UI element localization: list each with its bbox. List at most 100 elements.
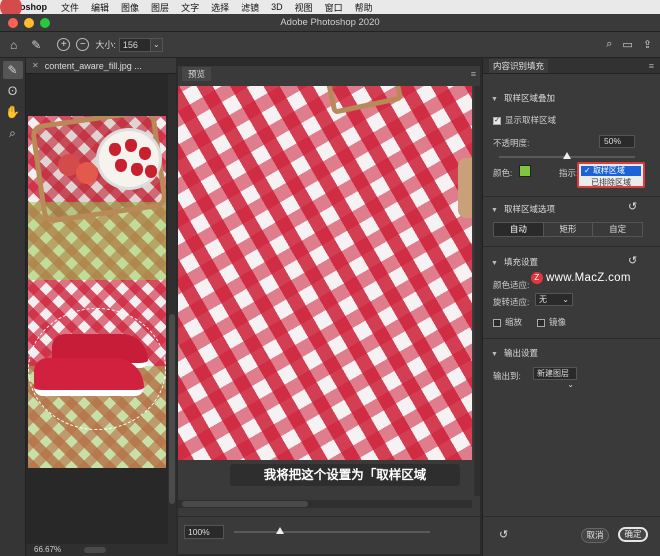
content-aware-fill-panel: 内容识别填充 ≡ ▼ 取样区域叠加 ✓ 显示取样区域 不透明度: 50% 颜色: 指…: [482, 58, 660, 556]
indicate-label: 指示:: [559, 168, 579, 178]
section-fill-settings[interactable]: ▼ 填充设置: [491, 256, 538, 268]
chevron-down-icon: ▼: [491, 351, 498, 358]
scale-checkbox[interactable]: 缩放: [493, 316, 522, 328]
slider-knob[interactable]: [563, 152, 571, 159]
mirror-checkbox[interactable]: 镜像: [537, 316, 566, 328]
document-canvas[interactable]: [28, 116, 166, 468]
options-bar: ⌂ ✎ + − 大小: 156 ⌄ ⌕ ▭ ⇪: [0, 32, 660, 58]
menu-type[interactable]: 文字: [181, 1, 199, 14]
tutorial-caption: 我将把这个设置为「取样区域: [230, 464, 460, 486]
hand-icon[interactable]: ✋: [3, 103, 23, 121]
strawberry-bowl-image: [96, 128, 162, 190]
cancel-button[interactable]: 取消: [581, 528, 609, 543]
basket-edge-image: [458, 158, 472, 218]
subtract-from-selection-icon[interactable]: −: [76, 38, 90, 51]
chevron-down-icon: ▼: [491, 207, 498, 214]
color-label: 颜色:: [493, 168, 513, 178]
window-title: Adobe Photoshop 2020: [280, 17, 380, 28]
close-tab-icon[interactable]: ✕: [32, 61, 39, 70]
preview-horizontal-scrollbar[interactable]: [178, 500, 472, 508]
document-panel: ✕ content_aware_fill.jpg ... 66.67%: [26, 58, 176, 556]
checkbox-checked-icon[interactable]: ✓: [493, 116, 501, 125]
reset-all-icon[interactable]: ↺: [499, 528, 508, 541]
output-select[interactable]: 新建图层 ⌄: [533, 367, 577, 389]
brush-tool-icon[interactable]: ✎: [31, 38, 41, 52]
show-sample-checkbox[interactable]: ✓ 显示取样区域: [493, 114, 556, 126]
rotate-adapt-select[interactable]: 无 ⌄: [535, 293, 573, 306]
opacity-slider[interactable]: [499, 152, 635, 159]
sample-mode-auto[interactable]: 自动: [494, 223, 544, 236]
menu-help[interactable]: 帮助: [355, 1, 373, 14]
menu-window[interactable]: 窗口: [325, 1, 343, 14]
size-label: 大小:: [95, 40, 116, 50]
preview-vertical-scrollbar[interactable]: [474, 86, 480, 496]
workspace-icon[interactable]: ▭: [622, 38, 632, 51]
menu-3d[interactable]: 3D: [271, 2, 283, 12]
section-output[interactable]: ▼ 输出设置: [491, 347, 538, 359]
home-icon[interactable]: ⌂: [10, 38, 17, 52]
panel-menu-icon[interactable]: ≡: [649, 61, 654, 71]
color-adapt-label: 颜色适应:: [493, 280, 530, 290]
search-icon[interactable]: ⌕: [606, 38, 612, 51]
sampling-brush-icon[interactable]: ✎: [2, 61, 23, 79]
watermark: Zwww.MacZ.com: [531, 272, 631, 284]
menu-file[interactable]: 文件: [61, 1, 79, 14]
opacity-label: 不透明度:: [493, 138, 530, 148]
document-tab-title: content_aware_fill.jpg ...: [44, 60, 142, 71]
chevron-down-icon[interactable]: ⌄: [150, 37, 163, 52]
apple-image: [76, 162, 98, 184]
panel-menu-icon[interactable]: ≡: [471, 69, 476, 79]
document-tab[interactable]: ✕ content_aware_fill.jpg ...: [26, 58, 176, 74]
preview-zoom-input[interactable]: 100%: [184, 525, 224, 539]
zoom-window-button[interactable]: [40, 18, 50, 28]
menu-edit[interactable]: 编辑: [91, 1, 109, 14]
options-right-icons: ⌕ ▭ ⇪: [606, 38, 652, 51]
size-input[interactable]: 156: [118, 37, 151, 52]
chevron-down-icon: ▼: [491, 260, 498, 267]
menu-image[interactable]: 图像: [121, 1, 139, 14]
indicate-option-excluded[interactable]: 已排除区域: [581, 178, 641, 187]
minimize-window-button[interactable]: [24, 18, 34, 28]
sample-mode-segmented: 自动 矩形 自定: [493, 222, 643, 237]
share-icon[interactable]: ⇪: [643, 38, 652, 51]
sample-mode-rect[interactable]: 矩形: [544, 223, 594, 236]
sneakers-image: [32, 328, 150, 410]
chevron-down-icon: ⌄: [562, 295, 569, 304]
add-to-selection-icon[interactable]: +: [57, 38, 71, 51]
document-horizontal-scrollbar[interactable]: [84, 547, 106, 553]
lasso-icon[interactable]: ʘ: [3, 82, 23, 100]
preview-zoom-slider[interactable]: [234, 527, 430, 534]
section-overlay[interactable]: ▼ 取样区域叠加: [491, 92, 555, 104]
document-vertical-scrollbar[interactable]: [168, 74, 176, 556]
indicate-option-sample[interactable]: ✓ 取样区域: [581, 166, 641, 176]
chevron-down-icon: ▼: [491, 96, 498, 103]
panel-header: 内容识别填充 ≡: [483, 58, 660, 74]
window-controls: [8, 18, 50, 28]
menu-select[interactable]: 选择: [211, 1, 229, 14]
sample-mode-custom[interactable]: 自定: [593, 223, 642, 236]
menu-view[interactable]: 视图: [295, 1, 313, 14]
close-window-button[interactable]: [8, 18, 18, 28]
section-sample-options[interactable]: ▼ 取样区域选项: [491, 203, 555, 215]
checkbox-icon[interactable]: [493, 318, 501, 327]
menu-layer[interactable]: 图层: [151, 1, 169, 14]
ok-button[interactable]: 确定: [618, 527, 648, 542]
indicate-dropdown[interactable]: ✓ 取样区域 已排除区域: [577, 162, 645, 188]
checkbox-icon[interactable]: [537, 318, 545, 327]
reset-icon[interactable]: ↺: [628, 254, 637, 267]
panel-title: 内容识别填充: [489, 58, 549, 73]
basket-image: [324, 86, 404, 116]
preview-label: 预览: [182, 67, 212, 81]
opacity-input[interactable]: 50%: [599, 135, 635, 148]
zoom-icon[interactable]: ⌕: [3, 124, 23, 142]
slider-knob[interactable]: [276, 527, 284, 534]
rotate-adapt-label: 旋转适应:: [493, 297, 530, 307]
menu-bar: Photoshop 文件 编辑 图像 图层 文字 选择 滤镜 3D 视图 窗口 …: [0, 0, 660, 18]
window-title-bar: Adobe Photoshop 2020: [0, 14, 660, 32]
menu-filter[interactable]: 滤镜: [241, 1, 259, 14]
overlay-color-swatch[interactable]: [519, 165, 531, 177]
preview-header: 预览 ≡: [178, 66, 480, 82]
document-zoom-level: 66.67%: [34, 545, 62, 554]
preview-canvas[interactable]: [178, 86, 472, 460]
reset-icon[interactable]: ↺: [628, 200, 637, 213]
